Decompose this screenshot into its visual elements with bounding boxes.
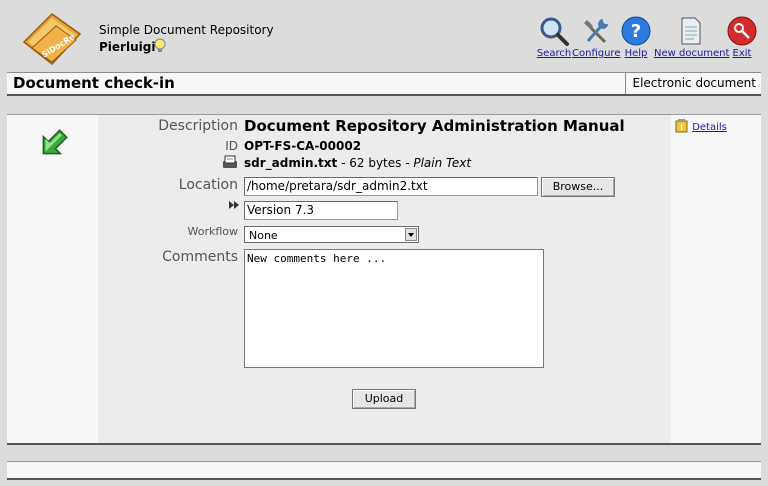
details-icon[interactable]: i — [675, 119, 689, 133]
checkin-panel: Description Document Repository Administ… — [7, 114, 761, 445]
tools-icon[interactable] — [581, 16, 611, 46]
lightbulb-icon[interactable] — [154, 38, 166, 54]
configure-link[interactable]: Configure — [572, 48, 620, 59]
upload-button[interactable]: Upload — [352, 389, 416, 409]
comments-label: Comments — [162, 249, 238, 265]
title-bar: Document check-in Electronic document — [7, 72, 761, 96]
back-arrow-icon[interactable] — [37, 126, 71, 160]
svg-text:?: ? — [631, 21, 641, 42]
file-type: Plain Text — [413, 156, 472, 170]
location-input[interactable]: /home/pretara/sdr_admin2.txt — [244, 177, 538, 196]
exit-icon[interactable] — [727, 16, 757, 46]
new-document-link[interactable]: New document — [654, 48, 729, 59]
toolbar-search[interactable]: Search — [536, 16, 572, 59]
fast-forward-icon — [229, 201, 239, 209]
details-link-group[interactable]: i Details — [675, 119, 727, 133]
new-document-icon[interactable] — [675, 16, 705, 46]
form-area: Description Document Repository Administ… — [98, 115, 671, 443]
toolbar-help[interactable]: ? Help — [620, 16, 652, 59]
document-type-label: Electronic document — [625, 73, 761, 94]
toolbar: Search Configure ? Help New document Exi… — [532, 16, 762, 66]
user-name: Pierluigi — [99, 40, 156, 54]
browse-button[interactable]: Browse... — [541, 177, 615, 197]
workflow-selected-value: None — [249, 229, 278, 242]
location-label: Location — [178, 177, 238, 193]
details-link[interactable]: Details — [692, 122, 727, 133]
id-value: OPT-FS-CA-00002 — [244, 139, 362, 153]
app-title: Simple Document Repository — [99, 23, 274, 37]
description-value: Document Repository Administration Manua… — [244, 117, 625, 135]
exit-link[interactable]: Exit — [733, 48, 752, 59]
description-label: Description — [158, 118, 238, 134]
id-label: ID — [225, 139, 238, 153]
file-size: - 62 bytes - — [337, 156, 414, 170]
toolbar-configure[interactable]: Configure — [572, 16, 620, 59]
toolbar-exit[interactable]: Exit — [726, 16, 758, 59]
workflow-label: Workflow — [187, 225, 238, 238]
workflow-select[interactable]: None — [244, 226, 419, 243]
footer-bar — [7, 461, 761, 480]
toolbar-new-document[interactable]: New document — [654, 16, 729, 59]
file-icon — [223, 155, 237, 168]
file-name: sdr_admin.txt — [244, 156, 338, 170]
comments-textarea[interactable]: New comments here ... — [244, 249, 544, 368]
file-info: sdr_admin.txt - 62 bytes - Plain Text — [244, 156, 471, 170]
search-link[interactable]: Search — [537, 48, 571, 59]
svg-text:i: i — [680, 123, 683, 132]
search-icon[interactable] — [539, 16, 569, 46]
version-input[interactable]: Version 7.3 — [244, 201, 398, 220]
chevron-down-icon[interactable] — [405, 228, 417, 241]
help-icon[interactable]: ? — [621, 16, 651, 46]
help-link[interactable]: Help — [625, 48, 648, 59]
sidocre-logo: SiDocRe — [22, 13, 82, 66]
page-title: Document check-in — [13, 74, 175, 92]
